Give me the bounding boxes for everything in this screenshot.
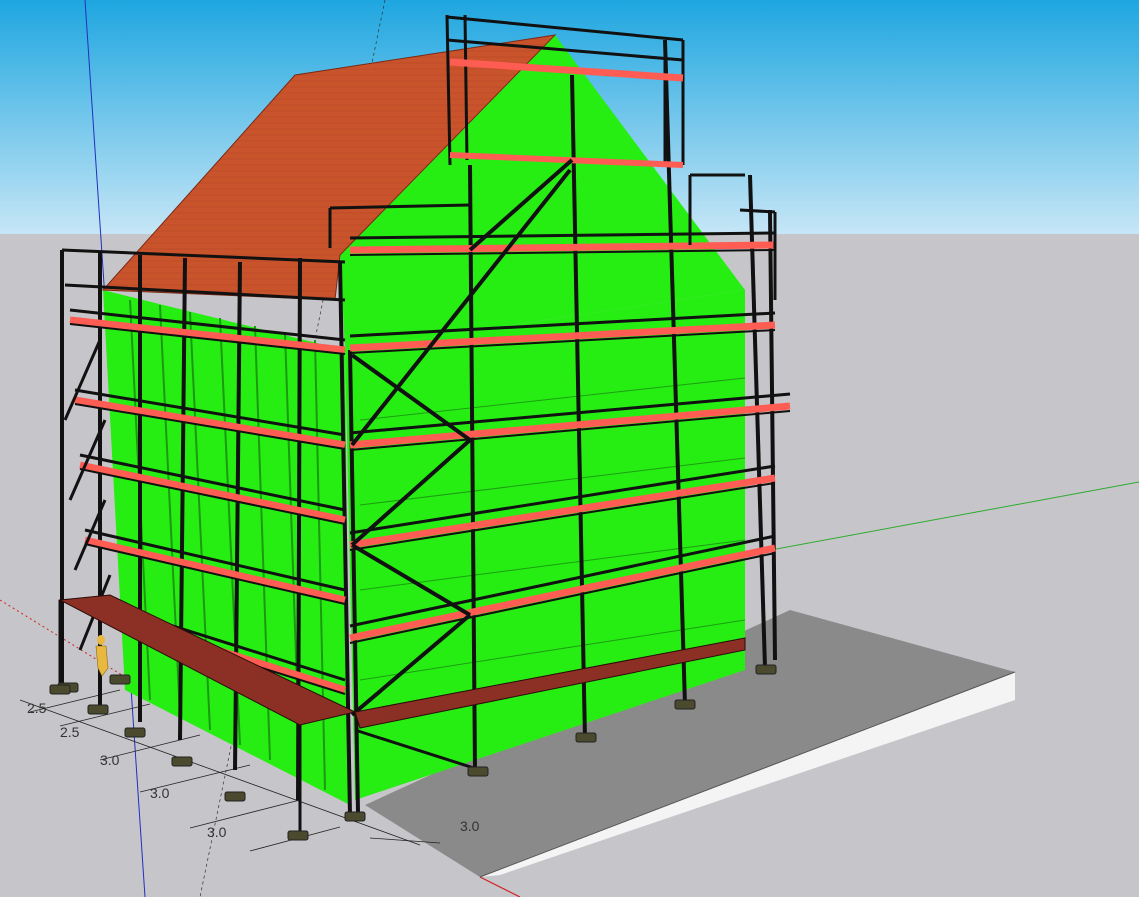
base-plate — [344, 811, 366, 822]
dimension-label: 3.0 — [460, 818, 480, 834]
scaffold-tower-post — [463, 14, 469, 161]
base-plate — [674, 699, 696, 710]
dimension-label: 2.5 — [60, 724, 80, 740]
base-plate — [109, 674, 131, 685]
base-plate — [755, 664, 777, 675]
model-viewport[interactable]: 2.5 2.5 3.0 3.0 3.0 3.0 — [0, 0, 1139, 897]
dimension-label: 2.5 — [27, 700, 47, 716]
base-plate — [171, 756, 193, 767]
base-plate — [287, 830, 309, 841]
base-plate — [467, 766, 489, 777]
guardrail — [739, 208, 776, 214]
base-plate — [124, 727, 146, 738]
dimension-label: 3.0 — [207, 824, 227, 840]
dimension-label: 3.0 — [150, 785, 170, 801]
scaffold-plank — [349, 241, 776, 254]
base-plate — [575, 732, 597, 743]
base-plate — [49, 684, 71, 695]
base-plate — [224, 791, 246, 802]
dimension-label: 3.0 — [100, 752, 120, 768]
3d-scene[interactable] — [0, 0, 1139, 897]
base-plate — [87, 704, 109, 715]
